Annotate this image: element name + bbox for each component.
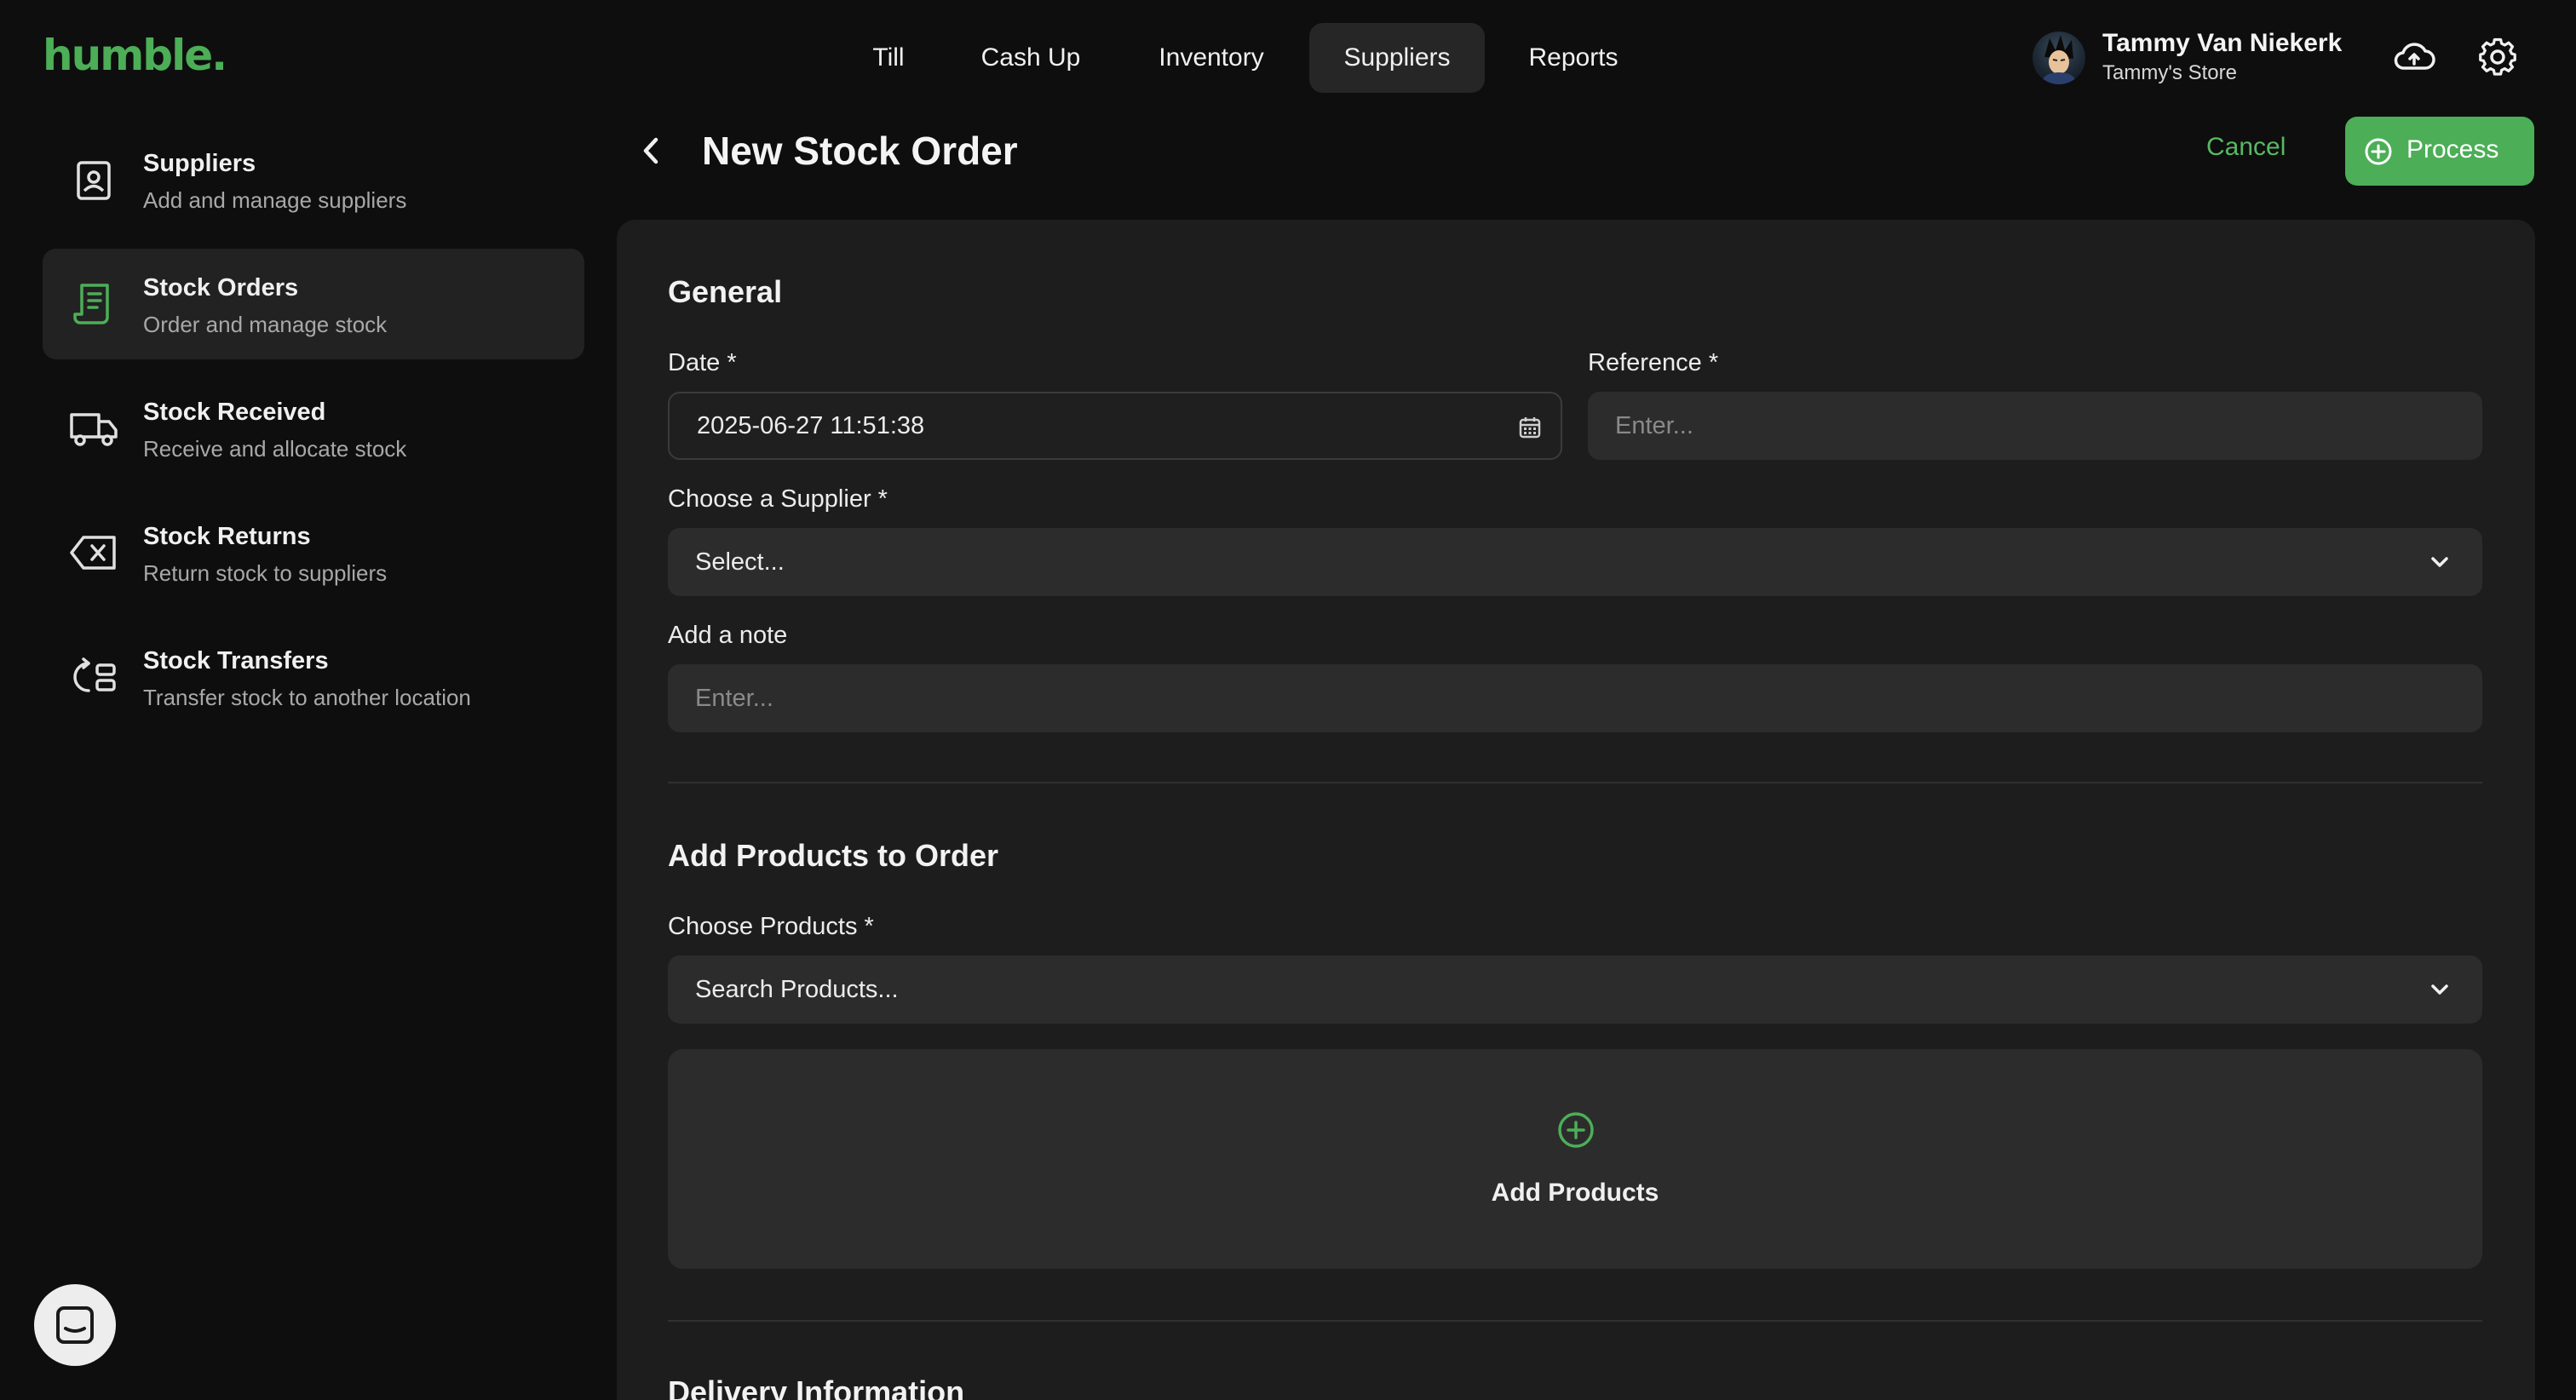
stock-order-form: General Date * 2025-06-27 11:51:38 Refer… — [617, 220, 2535, 1400]
chevron-down-icon — [2431, 557, 2448, 567]
date-value: 2025-06-27 11:51:38 — [697, 412, 925, 439]
sidebar-item-title: Stock Received — [143, 399, 326, 426]
user-name: Tammy Van Niekerk — [2102, 29, 2343, 57]
page-title: New Stock Order — [702, 129, 1018, 173]
cloud-upload-icon[interactable] — [2391, 34, 2437, 80]
process-label: Process — [2406, 135, 2499, 164]
nav-suppliers[interactable]: Suppliers — [1309, 23, 1485, 93]
gear-icon[interactable] — [2475, 34, 2521, 80]
product-search-select[interactable]: Search Products... — [668, 955, 2482, 1024]
process-button[interactable]: Process — [2345, 117, 2534, 186]
chevron-left-icon — [643, 137, 658, 164]
sidebar-item-subtitle: Receive and allocate stock — [143, 436, 407, 462]
chevron-down-icon — [2431, 984, 2448, 995]
sidebar-item-title: Stock Transfers — [143, 647, 329, 674]
date-label: Date * — [668, 349, 737, 376]
sidebar-item-title: Stock Orders — [143, 274, 299, 301]
nav-inventory[interactable]: Inventory — [1138, 23, 1285, 93]
supplier-label: Choose a Supplier * — [668, 485, 888, 513]
sidebar-item-stock-transfers[interactable]: Stock Transfers Transfer stock to anothe… — [43, 622, 584, 732]
user-profile[interactable]: Tammy Van Niekerk Tammy's Store — [2033, 29, 2343, 85]
sidebar-item-suppliers[interactable]: Suppliers Add and manage suppliers — [43, 124, 584, 235]
receipt-icon — [68, 278, 119, 330]
back-button[interactable] — [632, 129, 670, 172]
plus-circle-icon — [1558, 1112, 1594, 1148]
plus-circle-icon — [2365, 138, 2392, 165]
note-label: Add a note — [668, 622, 788, 649]
delivery-heading: Delivery Information — [668, 1374, 965, 1400]
backspace-icon — [68, 527, 119, 578]
note-placeholder: Enter... — [695, 685, 773, 712]
avatar-figure-icon — [2041, 35, 2077, 84]
choose-products-label: Choose Products * — [668, 913, 874, 940]
sidebar-item-subtitle: Return stock to suppliers — [143, 560, 388, 586]
add-products-heading: Add Products to Order — [668, 838, 999, 873]
date-field[interactable]: 2025-06-27 11:51:38 — [668, 392, 1562, 460]
user-store: Tammy's Store — [2102, 61, 2237, 84]
nav-reports[interactable]: Reports — [1511, 23, 1636, 93]
truck-icon — [68, 403, 119, 454]
add-products-button[interactable]: Add Products — [668, 1049, 2482, 1269]
transfer-icon — [68, 651, 119, 703]
sidebar-item-stock-returns[interactable]: Stock Returns Return stock to suppliers — [43, 497, 584, 608]
sidebar-item-title: Stock Returns — [143, 523, 311, 550]
reference-label: Reference * — [1588, 349, 1719, 376]
note-input[interactable]: Enter... — [668, 664, 2482, 732]
sidebar-item-title: Suppliers — [143, 150, 256, 177]
reference-placeholder: Enter... — [1615, 412, 1693, 439]
supplier-badge-icon — [68, 154, 119, 205]
section-divider — [668, 782, 2482, 783]
sidebar-item-subtitle: Add and manage suppliers — [143, 187, 407, 213]
product-search-placeholder: Search Products... — [695, 976, 899, 1003]
section-divider — [668, 1320, 2482, 1322]
nav-cash-up[interactable]: Cash Up — [966, 23, 1095, 93]
avatar — [2033, 32, 2085, 84]
sidebar-item-stock-received[interactable]: Stock Received Receive and allocate stoc… — [43, 373, 584, 484]
general-heading: General — [668, 274, 783, 309]
supplier-select[interactable]: Select... — [668, 528, 2482, 596]
chat-icon — [56, 1306, 94, 1344]
add-products-label: Add Products — [1491, 1179, 1659, 1207]
cancel-button[interactable]: Cancel — [2206, 133, 2286, 162]
sidebar-item-subtitle: Order and manage stock — [143, 312, 388, 337]
nav-till[interactable]: Till — [852, 23, 925, 93]
calendar-icon[interactable] — [1518, 416, 1542, 439]
sidebar-item-subtitle: Transfer stock to another location — [143, 685, 471, 710]
reference-input[interactable]: Enter... — [1588, 392, 2482, 460]
supplier-placeholder: Select... — [695, 548, 785, 576]
sidebar-item-stock-orders[interactable]: Stock Orders Order and manage stock — [43, 249, 584, 359]
support-chat-button[interactable] — [34, 1284, 116, 1366]
